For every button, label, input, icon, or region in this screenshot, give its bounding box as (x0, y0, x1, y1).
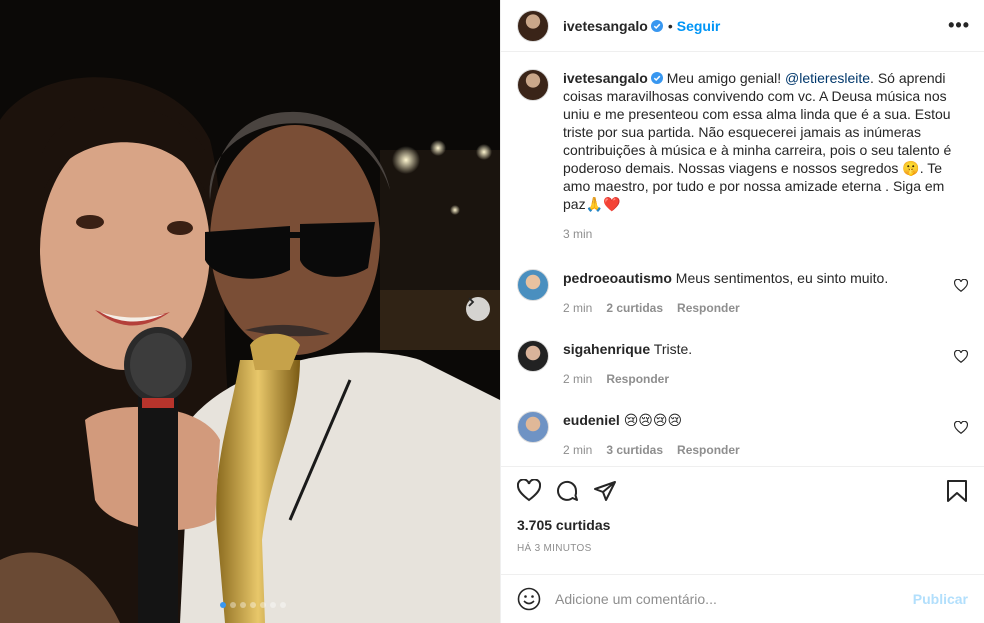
carousel-dot (230, 602, 236, 608)
avatar[interactable] (517, 69, 549, 101)
share-icon[interactable] (593, 479, 617, 503)
reply-button[interactable]: Responder (677, 299, 740, 317)
post-side-panel: ivetesangalo • Seguir ••• ivetesangalo M… (500, 0, 984, 623)
post-timestamp: HÁ 3 MINUTOS (517, 543, 592, 554)
verified-badge-icon (650, 72, 663, 84)
caption: ivetesangalo Meu amigo genial! @letieres… (517, 69, 968, 243)
post-actions: 3.705 curtidas HÁ 3 MINUTOS (501, 466, 984, 574)
comment-body: sigahenrique Triste. 2 min Responder (563, 340, 953, 388)
comment-body: pedroeoautismo Meus sentimentos, eu sint… (563, 269, 953, 317)
reply-button[interactable]: Responder (677, 441, 740, 459)
comment-meta: 2 min Responder (563, 370, 953, 388)
post-header: ivetesangalo • Seguir ••• (501, 0, 984, 52)
caption-text-start: Meu amigo genial! (666, 70, 786, 86)
comment-time: 2 min (563, 301, 593, 315)
comment-item: pedroeoautismo Meus sentimentos, eu sint… (517, 269, 968, 317)
comment-body: eudeniel 😢😢😢😢 2 min 3 curtidas Responder (563, 411, 953, 459)
caption-body: ivetesangalo Meu amigo genial! @letieres… (563, 69, 953, 243)
comment-text: Meus sentimentos, eu sinto muito. (675, 270, 889, 286)
avatar[interactable] (517, 411, 549, 443)
heart-icon[interactable] (954, 421, 968, 435)
header-username[interactable]: ivetesangalo (563, 18, 648, 34)
avatar[interactable] (517, 269, 549, 301)
heart-icon[interactable] (954, 350, 968, 364)
carousel-dots (220, 602, 286, 608)
caption-username[interactable]: ivetesangalo (563, 70, 648, 86)
comment-text: 😢😢😢😢 (623, 412, 683, 428)
post-photo[interactable] (0, 0, 500, 623)
carousel-dot (260, 602, 266, 608)
carousel-next-button[interactable] (466, 297, 490, 321)
photo-illustration (0, 0, 500, 623)
comment-time: 2 min (563, 372, 593, 386)
carousel-dot (240, 602, 246, 608)
comment-item: sigahenrique Triste. 2 min Responder (517, 340, 968, 388)
comment-time: 2 min (563, 443, 593, 457)
mention-link[interactable]: @letieresleite (785, 70, 870, 86)
caption-meta: 3 min (563, 225, 953, 243)
more-options-icon[interactable]: ••• (948, 15, 970, 36)
comment-text: Triste. (653, 341, 693, 357)
caption-text-end: . Só aprendi coisas maravilhosas convive… (563, 70, 952, 212)
comment-icon[interactable] (555, 479, 579, 503)
carousel-dot (270, 602, 276, 608)
chevron-right-icon (468, 297, 475, 307)
comment-username[interactable]: eudeniel (563, 412, 620, 428)
carousel-dot (220, 602, 226, 608)
comment-likes[interactable]: 2 curtidas (606, 299, 663, 317)
add-comment-bar: Publicar (501, 574, 984, 623)
bookmark-icon[interactable] (946, 479, 968, 503)
comment-item: eudeniel 😢😢😢😢 2 min 3 curtidas Responder (517, 411, 968, 459)
likes-count[interactable]: 3.705 curtidas (517, 517, 968, 533)
header-separator: • (667, 17, 673, 34)
avatar[interactable] (517, 9, 549, 42)
action-icons (517, 479, 968, 503)
avatar[interactable] (517, 340, 549, 372)
emoji-icon[interactable] (517, 587, 541, 611)
comment-meta: 2 min 2 curtidas Responder (563, 299, 953, 317)
reply-button[interactable]: Responder (606, 370, 669, 388)
comment-username[interactable]: sigahenrique (563, 341, 650, 357)
heart-icon[interactable] (954, 279, 968, 293)
caption-time: 3 min (563, 227, 593, 241)
verified-badge-icon (650, 19, 663, 32)
comment-likes[interactable]: 3 curtidas (606, 441, 663, 459)
heart-icon[interactable] (517, 479, 541, 503)
comment-meta: 2 min 3 curtidas Responder (563, 441, 953, 459)
carousel-dot (280, 602, 286, 608)
comment-input[interactable] (555, 591, 913, 607)
follow-button[interactable]: Seguir (677, 18, 721, 34)
carousel-dot (250, 602, 256, 608)
instagram-post: ivetesangalo • Seguir ••• ivetesangalo M… (0, 0, 984, 623)
comments-list[interactable]: ivetesangalo Meu amigo genial! @letieres… (501, 53, 984, 466)
publish-button[interactable]: Publicar (913, 591, 968, 607)
comment-username[interactable]: pedroeoautismo (563, 270, 672, 286)
